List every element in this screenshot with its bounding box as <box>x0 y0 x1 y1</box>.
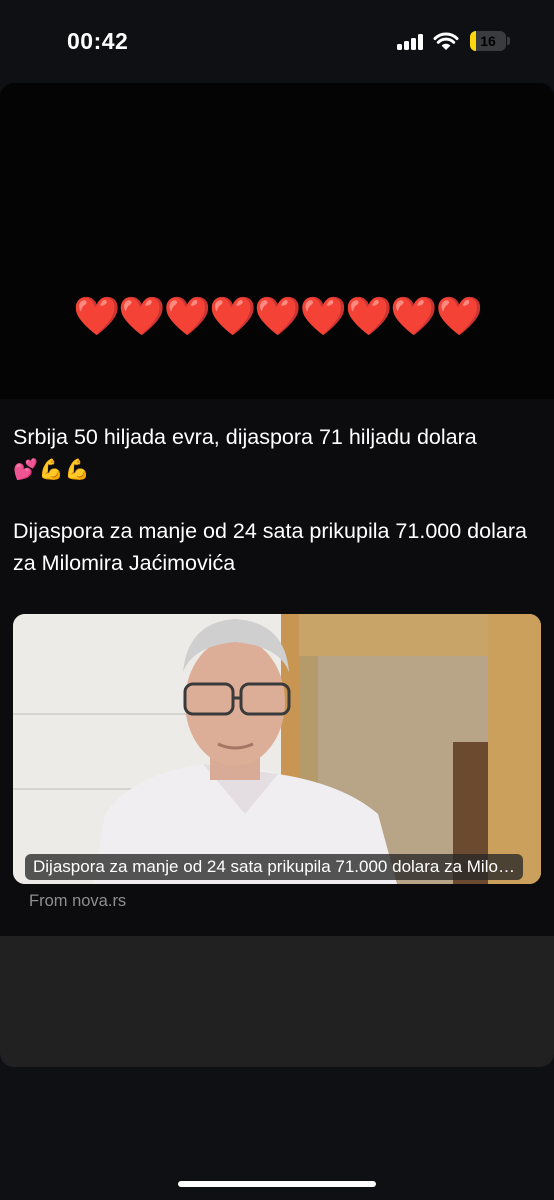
link-preview-card[interactable]: Dijaspora za manje od 24 sata prikupila … <box>13 614 541 884</box>
battery-level: 16 <box>480 33 496 49</box>
post-text-area: Srbija 50 hiljada evra, dijaspora 71 hil… <box>0 399 554 936</box>
message-line-1-emoji: 💕💪💪 <box>13 459 91 481</box>
message-content: ❤️❤️❤️❤️❤️❤️❤️❤️❤️ Srbija 50 hiljada evr… <box>0 83 554 936</box>
message-line-1: Srbija 50 hiljada evra, dijaspora 71 hil… <box>13 421 536 486</box>
status-time: 00:42 <box>67 28 129 54</box>
cellular-signal-icon <box>397 34 423 50</box>
battery-icon: 16 <box>470 31 506 51</box>
home-indicator[interactable] <box>178 1181 376 1187</box>
link-preview-image <box>13 614 541 884</box>
link-source: From nova.rs <box>29 892 127 910</box>
message-line-1-text: Srbija 50 hiljada evra, dijaspora 71 hil… <box>13 425 477 449</box>
hearts-sticker[interactable]: ❤️❤️❤️❤️❤️❤️❤️❤️❤️ <box>0 83 554 399</box>
battery-cap <box>507 37 510 45</box>
wifi-icon <box>433 32 459 50</box>
hearts-emoji: ❤️❤️❤️❤️❤️❤️❤️❤️❤️ <box>73 296 483 338</box>
message-bubble[interactable]: ❤️❤️❤️❤️❤️❤️❤️❤️❤️ Srbija 50 hiljada evr… <box>0 83 554 1067</box>
status-bar: 00:42 16 <box>0 0 554 82</box>
message-line-2: Dijaspora za manje od 24 sata prikupila … <box>13 519 527 575</box>
link-preview-title: Dijaspora za manje od 24 sata prikupila … <box>25 854 523 880</box>
